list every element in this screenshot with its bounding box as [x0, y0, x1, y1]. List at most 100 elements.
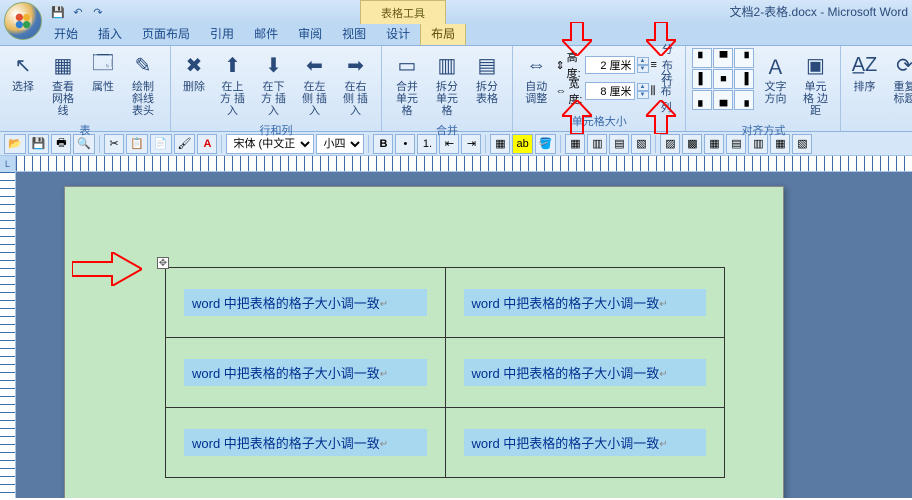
- ruler-corner: L: [0, 156, 16, 172]
- height-input[interactable]: [585, 56, 635, 74]
- draw-diagonal-button[interactable]: ✎绘制 斜线表头: [122, 48, 164, 120]
- table-move-handle[interactable]: ✥: [157, 257, 169, 269]
- cursor-icon: ↖: [9, 51, 37, 79]
- insert-below-icon: ⬇: [260, 51, 288, 79]
- office-button[interactable]: [4, 2, 42, 40]
- width-spin-up[interactable]: ▲: [637, 83, 649, 91]
- properties-icon: 🗔: [89, 51, 117, 79]
- dist-cols-icon: ⫼: [651, 85, 656, 98]
- align-br[interactable]: ▗: [734, 90, 754, 110]
- select-button[interactable]: ↖选择: [6, 48, 40, 96]
- table-row[interactable]: word 中把表格的格子大小调一致↵ word 中把表格的格子大小调一致↵: [166, 338, 725, 408]
- document-scroll[interactable]: ✥ word 中把表格的格子大小调一致↵ word 中把表格的格子大小调一致↵ …: [16, 172, 912, 498]
- cell-text: word 中把表格的格子大小调一致: [192, 436, 380, 451]
- view-gridlines-button[interactable]: ▦查看 网格线: [42, 48, 84, 120]
- text-direction-icon: Ａ: [761, 51, 789, 79]
- width-input[interactable]: [585, 82, 635, 100]
- group-label-cellsize: 单元格大小: [519, 111, 679, 131]
- cell-text: word 中把表格的格子大小调一致: [472, 436, 660, 451]
- content-table[interactable]: word 中把表格的格子大小调一致↵ word 中把表格的格子大小调一致↵ wo…: [165, 267, 725, 478]
- cell-text: word 中把表格的格子大小调一致: [192, 366, 380, 381]
- align-mc[interactable]: ■: [713, 69, 733, 89]
- misc3-icon[interactable]: ▨: [660, 134, 680, 154]
- columns-icon[interactable]: ▥: [587, 134, 607, 154]
- tab-pagelayout[interactable]: 页面布局: [132, 22, 200, 45]
- tab-insert[interactable]: 插入: [88, 22, 132, 45]
- table-row[interactable]: word 中把表格的格子大小调一致↵ word 中把表格的格子大小调一致↵: [166, 408, 725, 478]
- cell-text: word 中把表格的格子大小调一致: [472, 296, 660, 311]
- pencil-icon: ✎: [129, 51, 157, 79]
- context-tab-tabletools: 表格工具: [360, 0, 446, 24]
- insert-right-button[interactable]: ➡在右侧 插入: [336, 48, 375, 120]
- delete-button[interactable]: ✖删除: [177, 48, 211, 96]
- dist-rows-icon: ≡: [651, 59, 657, 71]
- align-tc[interactable]: ▀: [713, 48, 733, 68]
- insert-above-button[interactable]: ⬆在上方 插入: [213, 48, 252, 120]
- qat-undo-icon[interactable]: ↶: [70, 4, 86, 20]
- tab-design[interactable]: 设计: [376, 22, 420, 45]
- width-label: 宽度:: [568, 75, 582, 107]
- properties-button[interactable]: 🗔属性: [86, 48, 120, 96]
- horizontal-ruler[interactable]: [16, 156, 912, 171]
- height-spin-down[interactable]: ▼: [637, 65, 649, 73]
- distribute-cols-button[interactable]: 分布列: [658, 66, 680, 116]
- margins-icon: ▣: [801, 51, 829, 79]
- align-tl[interactable]: ▘: [692, 48, 712, 68]
- group-label-merge: 合并: [388, 120, 506, 140]
- insert-above-icon: ⬆: [219, 51, 247, 79]
- align-bc[interactable]: ▄: [713, 90, 733, 110]
- split-table-button[interactable]: ▤拆分 表格: [468, 48, 506, 108]
- split-cells-button[interactable]: ▥拆分 单元格: [428, 48, 466, 120]
- sort-icon: A̲Z: [850, 51, 878, 79]
- autofit-icon: ⇔: [522, 51, 550, 79]
- height-icon: ⇕: [555, 59, 564, 72]
- align-tr[interactable]: ▝: [734, 48, 754, 68]
- align-ml[interactable]: ▌: [692, 69, 712, 89]
- vertical-ruler[interactable]: [0, 172, 16, 498]
- tab-layout[interactable]: 布局: [420, 21, 466, 45]
- table-row[interactable]: word 中把表格的格子大小调一致↵ word 中把表格的格子大小调一致↵: [166, 268, 725, 338]
- tab-view[interactable]: 视图: [332, 22, 376, 45]
- alignment-grid: ▘▀▝ ▌■▐ ▖▄▗: [692, 48, 754, 110]
- split-table-icon: ▤: [473, 51, 501, 79]
- cell-margins-button[interactable]: ▣单元格 边距: [796, 48, 834, 120]
- height-spin-up[interactable]: ▲: [637, 57, 649, 65]
- text-direction-button[interactable]: Ａ文字方向: [756, 48, 794, 108]
- cell-text: word 中把表格的格子大小调一致: [192, 296, 380, 311]
- insert-left-button[interactable]: ⬅在左侧 插入: [295, 48, 334, 120]
- qat-save-icon[interactable]: 💾: [50, 4, 66, 20]
- sort-button[interactable]: A̲Z排序: [847, 48, 881, 96]
- tab-home[interactable]: 开始: [44, 22, 88, 45]
- group-label-data: [847, 127, 912, 131]
- qat-redo-icon[interactable]: ↷: [90, 4, 106, 20]
- ribbon-tabs: 开始 插入 页面布局 引用 邮件 审阅 视图 设计 布局: [0, 24, 912, 46]
- width-icon: ⇔: [555, 85, 566, 97]
- repeat-header-button[interactable]: ⟳重复标题: [883, 48, 912, 108]
- merge-icon: ▭: [393, 51, 421, 79]
- grid-icon: ▦: [49, 51, 77, 79]
- group-label-table: 表: [6, 120, 164, 140]
- tab-references[interactable]: 引用: [200, 22, 244, 45]
- merge-cells-button[interactable]: ▭合并 单元格: [388, 48, 426, 120]
- repeat-icon: ⟳: [890, 51, 912, 79]
- tab-mailings[interactable]: 邮件: [244, 22, 288, 45]
- insert-left-icon: ⬅: [301, 51, 329, 79]
- page: ✥ word 中把表格的格子大小调一致↵ word 中把表格的格子大小调一致↵ …: [64, 186, 784, 498]
- align-bl[interactable]: ▖: [692, 90, 712, 110]
- misc2-icon[interactable]: ▧: [631, 134, 651, 154]
- document-title: 文档2-表格.docx - Microsoft Word: [730, 3, 908, 20]
- misc1-icon[interactable]: ▤: [609, 134, 629, 154]
- shading-icon[interactable]: 🪣: [535, 134, 557, 154]
- delete-icon: ✖: [180, 51, 208, 79]
- align-mr[interactable]: ▐: [734, 69, 754, 89]
- group-label-rowscols: 行和列: [177, 120, 375, 140]
- autofit-button[interactable]: ⇔自动调整: [519, 48, 553, 108]
- split-icon: ▥: [433, 51, 461, 79]
- width-spin-down[interactable]: ▼: [637, 91, 649, 99]
- insert-below-button[interactable]: ⬇在下方 插入: [254, 48, 293, 120]
- highlight-icon[interactable]: ab: [512, 134, 532, 154]
- insert-right-icon: ➡: [342, 51, 370, 79]
- tab-review[interactable]: 审阅: [288, 22, 332, 45]
- insert-table-icon[interactable]: ▦: [565, 134, 585, 154]
- group-label-align: 对齐方式: [692, 120, 834, 140]
